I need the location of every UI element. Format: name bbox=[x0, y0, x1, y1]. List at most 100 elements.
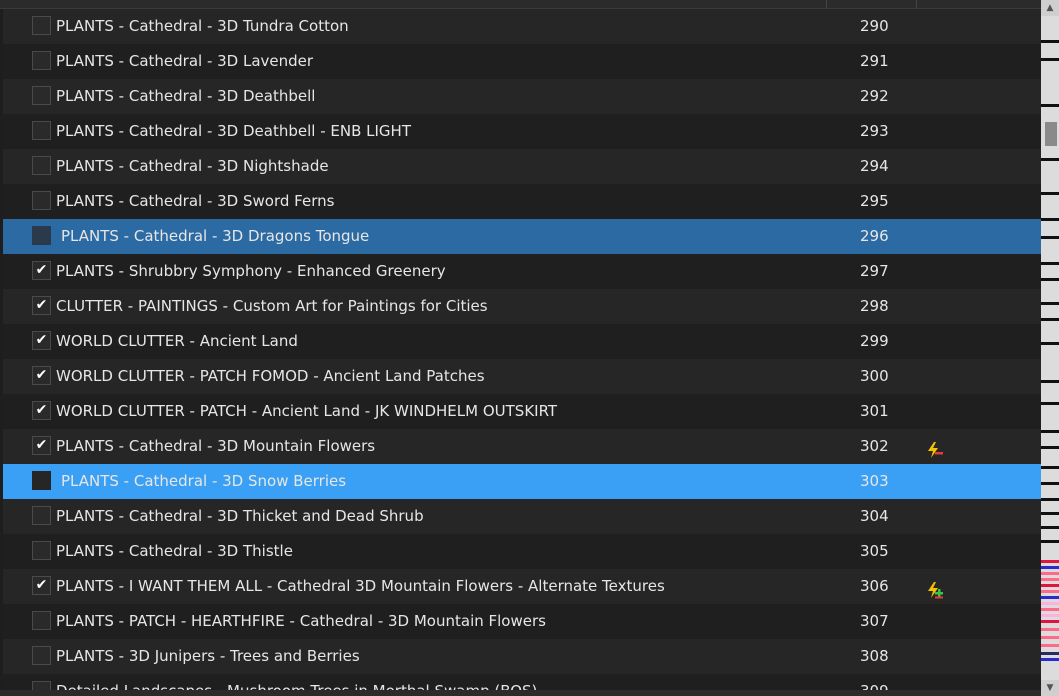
scrollbar-marker bbox=[1041, 158, 1059, 161]
mod-enabled-checkbox[interactable]: ✔ bbox=[32, 366, 51, 385]
vertical-scrollbar[interactable]: ▲ ▼ bbox=[1041, 0, 1059, 696]
scrollbar-marker bbox=[1041, 658, 1059, 661]
scrollbar-marker bbox=[1041, 512, 1059, 515]
mod-enabled-checkbox[interactable] bbox=[32, 226, 51, 245]
scrollbar-marker bbox=[1041, 652, 1059, 655]
scrollbar-marker bbox=[1041, 608, 1059, 611]
mod-enabled-checkbox[interactable]: ✔ bbox=[32, 296, 51, 315]
mod-row[interactable]: PLANTS - Cathedral - 3D Lavender 291 bbox=[3, 44, 1041, 79]
mod-priority: 306 bbox=[860, 577, 889, 595]
mod-enabled-checkbox[interactable] bbox=[32, 51, 51, 70]
mod-row[interactable]: ✔ WORLD CLUTTER - Ancient Land 299 bbox=[3, 324, 1041, 359]
mod-rows: PLANTS - Cathedral - 3D Tundra Cotton 290… bbox=[3, 9, 1041, 696]
mod-row[interactable]: PLANTS - PATCH - HEARTHFIRE - Cathedral … bbox=[3, 604, 1041, 639]
scrollbar-marker bbox=[1041, 446, 1059, 449]
bottom-border bbox=[0, 690, 1041, 696]
mod-row[interactable]: ✔ CLUTTER - PAINTINGS - Custom Art for Pa… bbox=[3, 289, 1041, 324]
mod-row[interactable]: PLANTS - Cathedral - 3D Sword Ferns 295 bbox=[3, 184, 1041, 219]
mod-enabled-checkbox[interactable]: ✔ bbox=[32, 331, 51, 350]
scroll-up-arrow-icon[interactable]: ▲ bbox=[1041, 0, 1059, 16]
scrollbar-marker bbox=[1041, 482, 1059, 485]
mod-row[interactable]: PLANTS - 3D Junipers - Trees and Berries… bbox=[3, 639, 1041, 674]
column-separator[interactable] bbox=[916, 0, 917, 8]
scrollbar-marker bbox=[1041, 342, 1059, 345]
scrollbar-marker bbox=[1041, 614, 1059, 617]
scrollbar-marker bbox=[1041, 566, 1059, 569]
mod-row[interactable]: PLANTS - Cathedral - 3D Tundra Cotton 290 bbox=[3, 9, 1041, 44]
mod-priority: 295 bbox=[860, 192, 889, 210]
scrollbar-marker bbox=[1041, 236, 1059, 239]
mod-enabled-checkbox[interactable]: ✔ bbox=[32, 261, 51, 280]
mod-row[interactable]: PLANTS - Cathedral - 3D Thicket and Dead… bbox=[3, 499, 1041, 534]
scrollbar-marker bbox=[1041, 498, 1059, 501]
mod-row[interactable]: ✔ PLANTS - Shrubbry Symphony - Enhanced G… bbox=[3, 254, 1041, 289]
scrollbar-marker bbox=[1041, 644, 1059, 647]
mod-name: PLANTS - Shrubbry Symphony - Enhanced Gr… bbox=[56, 262, 446, 280]
mod-enabled-checkbox[interactable]: ✔ bbox=[32, 576, 51, 595]
conflict-overwritten-icon[interactable] bbox=[926, 437, 944, 458]
scrollbar-marker bbox=[1041, 540, 1059, 543]
mod-row[interactable]: ✔ WORLD CLUTTER - PATCH - Ancient Land - … bbox=[3, 394, 1041, 429]
mod-name: CLUTTER - PAINTINGS - Custom Art for Pai… bbox=[56, 297, 488, 315]
mod-row[interactable]: PLANTS - Cathedral - 3D Snow Berries 303 bbox=[3, 464, 1041, 499]
scrollbar-marker bbox=[1041, 596, 1059, 599]
mod-name: PLANTS - I WANT THEM ALL - Cathedral 3D … bbox=[56, 577, 665, 595]
scrollbar-marker bbox=[1041, 192, 1059, 195]
scrollbar-thumb[interactable] bbox=[1045, 122, 1057, 146]
mod-list: PLANTS - Cathedral - 3D Tundra Cotton 290… bbox=[0, 0, 1041, 696]
scrollbar-marker bbox=[1041, 584, 1059, 587]
mod-name: PLANTS - Cathedral - 3D Lavender bbox=[56, 52, 314, 70]
mod-priority: 298 bbox=[860, 297, 889, 315]
scrollbar-marker bbox=[1041, 578, 1059, 581]
mod-row[interactable]: ✔ WORLD CLUTTER - PATCH FOMOD - Ancient L… bbox=[3, 359, 1041, 394]
column-header[interactable] bbox=[0, 0, 1041, 9]
mod-enabled-checkbox[interactable] bbox=[32, 86, 51, 105]
scrollbar-marker bbox=[1041, 526, 1059, 529]
mod-priority: 290 bbox=[860, 17, 889, 35]
scrollbar-marker bbox=[1041, 262, 1059, 265]
mod-name: PLANTS - PATCH - HEARTHFIRE - Cathedral … bbox=[56, 612, 546, 630]
scrollbar-marker bbox=[1041, 636, 1059, 639]
mod-enabled-checkbox[interactable] bbox=[32, 506, 51, 525]
mod-priority: 296 bbox=[860, 227, 889, 245]
scrollbar-marker bbox=[1041, 278, 1059, 281]
scrollbar-marker bbox=[1041, 402, 1059, 405]
mod-enabled-checkbox[interactable]: ✔ bbox=[32, 436, 51, 455]
mod-enabled-checkbox[interactable] bbox=[32, 541, 51, 560]
scrollbar-marker bbox=[1041, 318, 1059, 321]
mod-priority: 292 bbox=[860, 87, 889, 105]
scrollbar-marker bbox=[1041, 572, 1059, 575]
scrollbar-marker bbox=[1041, 628, 1059, 631]
mod-priority: 307 bbox=[860, 612, 889, 630]
mod-enabled-checkbox[interactable] bbox=[32, 611, 51, 630]
mod-enabled-checkbox[interactable]: ✔ bbox=[32, 401, 51, 420]
mod-row[interactable]: PLANTS - Cathedral - 3D Deathbell - ENB … bbox=[3, 114, 1041, 149]
mod-enabled-checkbox[interactable] bbox=[32, 156, 51, 175]
mod-row[interactable]: PLANTS - Cathedral - 3D Thistle 305 bbox=[3, 534, 1041, 569]
mod-priority: 302 bbox=[860, 437, 889, 455]
mod-enabled-checkbox[interactable] bbox=[32, 16, 51, 35]
mod-row[interactable]: ✔ PLANTS - Cathedral - 3D Mountain Flower… bbox=[3, 429, 1041, 464]
scrollbar-marker bbox=[1041, 40, 1059, 43]
mod-priority: 294 bbox=[860, 157, 889, 175]
mod-row[interactable]: PLANTS - Cathedral - 3D Dragons Tongue 29… bbox=[3, 219, 1041, 254]
mod-name: WORLD CLUTTER - Ancient Land bbox=[56, 332, 298, 350]
mod-name: PLANTS - 3D Junipers - Trees and Berries bbox=[56, 647, 360, 665]
mod-name: PLANTS - Cathedral - 3D Thicket and Dead… bbox=[56, 507, 424, 525]
scrollbar-marker bbox=[1041, 590, 1059, 593]
mod-name: PLANTS - Cathedral - 3D Deathbell bbox=[56, 87, 316, 105]
mod-row[interactable]: ✔ PLANTS - I WANT THEM ALL - Cathedral 3D… bbox=[3, 569, 1041, 604]
scrollbar-marker bbox=[1041, 302, 1059, 305]
mod-name: PLANTS - Cathedral - 3D Deathbell - ENB … bbox=[56, 122, 411, 140]
mod-row[interactable]: PLANTS - Cathedral - 3D Nightshade 294 bbox=[3, 149, 1041, 184]
scroll-down-arrow-icon[interactable]: ▼ bbox=[1041, 680, 1059, 696]
mod-enabled-checkbox[interactable] bbox=[32, 471, 51, 490]
mod-priority: 299 bbox=[860, 332, 889, 350]
column-separator[interactable] bbox=[826, 0, 827, 8]
mod-enabled-checkbox[interactable] bbox=[32, 191, 51, 210]
mod-enabled-checkbox[interactable] bbox=[32, 121, 51, 140]
mod-priority: 297 bbox=[860, 262, 889, 280]
mod-row[interactable]: PLANTS - Cathedral - 3D Deathbell 292 bbox=[3, 79, 1041, 114]
mod-enabled-checkbox[interactable] bbox=[32, 646, 51, 665]
conflict-overwrites-icon[interactable] bbox=[926, 577, 944, 599]
